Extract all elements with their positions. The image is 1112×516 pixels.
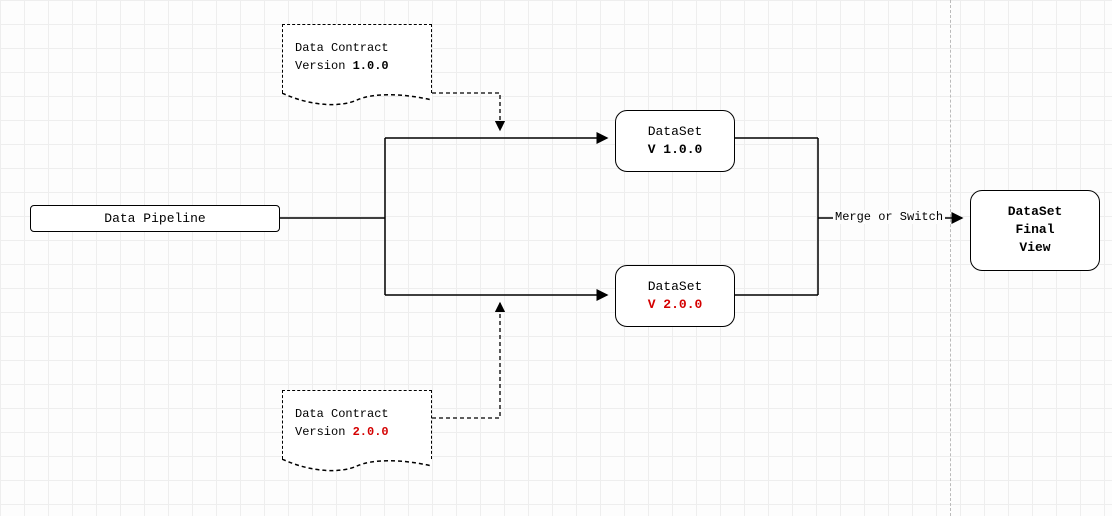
contract-v2-version: 2.0.0 <box>353 425 389 439</box>
contract-v1-note: Data Contract Version 1.0.0 <box>282 24 432 107</box>
contract-v1-prefix: Version <box>295 59 353 73</box>
dataset-v2-line1: DataSet <box>630 278 720 296</box>
dataset-v2-line2: V 2.0.0 <box>630 296 720 314</box>
contract-v1-version: 1.0.0 <box>353 59 389 73</box>
contract-v1-line1: Data Contract <box>295 41 389 55</box>
contract-v2-prefix: Version <box>295 425 353 439</box>
dataset-v1-line1: DataSet <box>630 123 720 141</box>
final-view-line2: View <box>985 239 1085 257</box>
dataset-v2-node: DataSet V 2.0.0 <box>615 265 735 327</box>
contract-v2-note: Data Contract Version 2.0.0 <box>282 390 432 473</box>
data-pipeline-node: Data Pipeline <box>30 205 280 232</box>
dataset-v1-line2: V 1.0.0 <box>630 141 720 159</box>
final-view-node: DataSet Final View <box>970 190 1100 271</box>
dataset-v1-node: DataSet V 1.0.0 <box>615 110 735 172</box>
final-view-line1: DataSet Final <box>985 203 1085 239</box>
data-pipeline-label: Data Pipeline <box>104 211 205 226</box>
diagram-connectors <box>0 0 1112 516</box>
merge-or-switch-label: Merge or Switch <box>833 210 945 224</box>
contract-v2-line1: Data Contract <box>295 407 389 421</box>
